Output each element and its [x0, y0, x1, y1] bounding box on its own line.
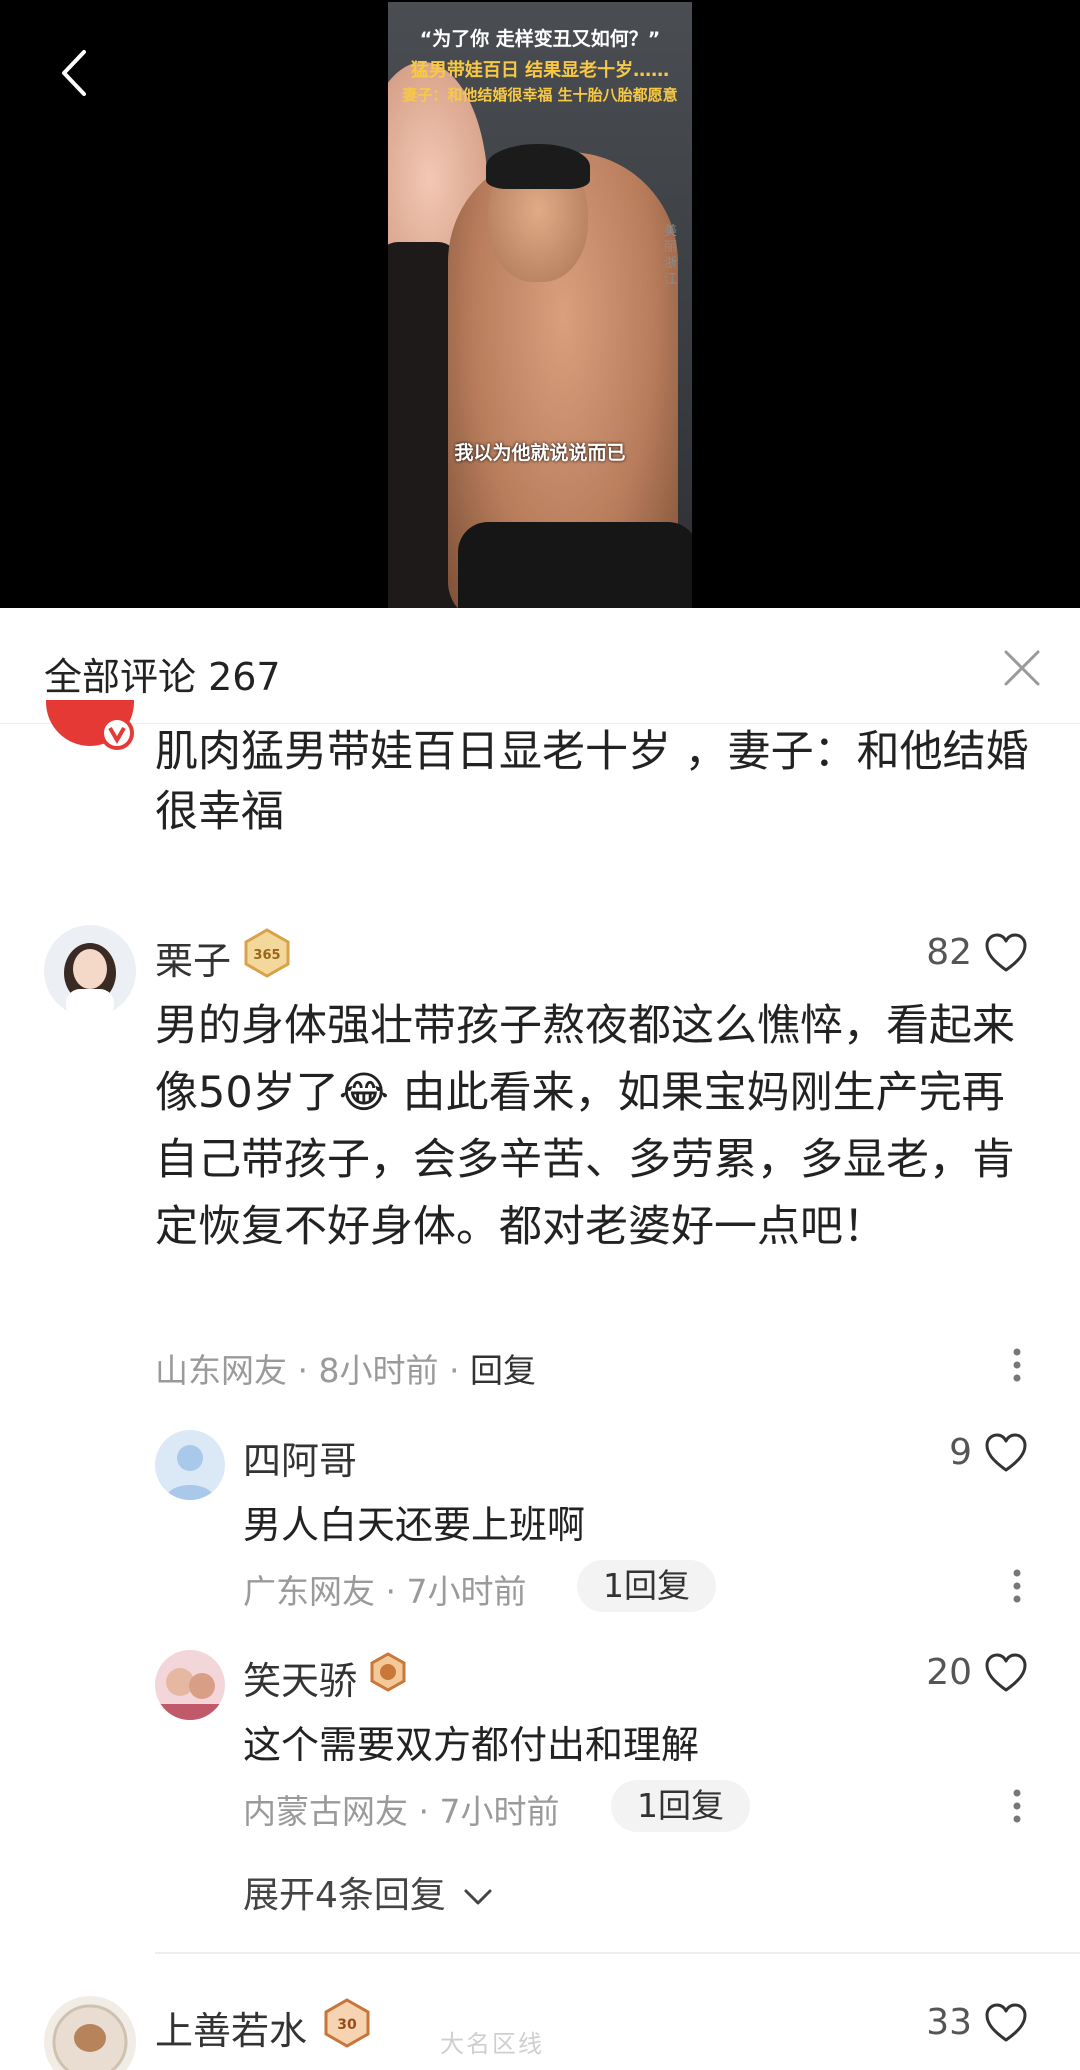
back-arrow-icon[interactable] — [52, 48, 102, 98]
site-watermark: 大名区线 — [440, 2030, 544, 2058]
heart-icon[interactable] — [984, 1652, 1028, 1694]
comment-text: 这个需要双方都付出和理解 — [243, 1723, 700, 1767]
comment-username[interactable]: 笑天骄 — [243, 1650, 357, 1705]
comment-location: 广东网友 — [243, 1572, 375, 1611]
video-figure-hair — [486, 144, 590, 189]
heart-icon[interactable] — [984, 2002, 1028, 2044]
video-figure-pants — [458, 522, 692, 608]
comment-username[interactable]: 上善若水 — [155, 2000, 307, 2055]
video-watermark: 美丽浙江 — [664, 224, 678, 287]
avatar[interactable] — [44, 1996, 136, 2070]
meta-separator: · — [418, 1792, 430, 1831]
more-vertical-icon[interactable] — [1011, 1568, 1023, 1604]
comment-time: 7小时前 — [406, 1572, 527, 1611]
comment-location: 山东网友 — [155, 1351, 287, 1390]
comment-meta: 山东网友 · 8小时前 · 回复 — [155, 1344, 536, 1392]
video-player[interactable]: “为了你 走样变丑又如何？” 猛男带娃百日 结果显老十岁…… 妻子：和他结婚很幸… — [0, 0, 1080, 608]
reply-count-button[interactable]: 1回复 — [577, 1560, 716, 1612]
comment-location: 内蒙古网友 — [243, 1792, 408, 1831]
chevron-down-icon — [464, 1889, 492, 1905]
comment-text: 男的身体强壮带孩子熬夜都这么憔悴，看起来像50岁了😂 由此看来，如果宝妈刚生产完… — [155, 1001, 1015, 1252]
level-badge: 30 — [322, 1998, 372, 2048]
comment-meta: 内蒙古网友 · 7小时前 — [243, 1785, 560, 1833]
like-count: 82 — [926, 932, 972, 973]
like-count: 9 — [949, 1432, 972, 1473]
source-logo-icon — [46, 700, 134, 750]
level-badge-text: 365 — [253, 948, 280, 963]
meta-separator: · — [385, 1572, 397, 1611]
comment-text: 男人白天还要上班啊 — [243, 1503, 586, 1547]
heart-icon[interactable] — [984, 932, 1028, 974]
more-vertical-icon[interactable] — [1011, 1347, 1023, 1383]
video-caption-2: 猛男带娃百日 结果显老十岁…… — [410, 60, 670, 81]
avatar[interactable] — [44, 925, 136, 1017]
reply-button[interactable]: 回复 — [470, 1351, 536, 1390]
avatar[interactable] — [155, 1430, 225, 1500]
meta-separator: · — [297, 1351, 309, 1390]
avatar[interactable] — [155, 1650, 225, 1720]
video-caption-3: 妻子：和他结婚很幸福 生十胎八胎都愿意 — [402, 86, 678, 104]
expand-replies-label: 展开4条回复 — [243, 1875, 446, 1916]
video-frame: “为了你 走样变丑又如何？” 猛男带娃百日 结果显老十岁…… 妻子：和他结婚很幸… — [388, 2, 692, 608]
video-caption-1: “为了你 走样变丑又如何？” — [419, 28, 661, 50]
comments-title: 全部评论 267 — [44, 655, 281, 699]
comments-header: 全部评论 267 — [0, 608, 1080, 724]
article-title: 肌肉猛男带娃百日显老十岁 ，妻子：和他结婚很幸福 — [155, 727, 1029, 837]
comment-username[interactable]: 四阿哥 — [243, 1430, 357, 1485]
meta-separator: · — [449, 1351, 460, 1390]
like-count: 20 — [926, 1652, 972, 1693]
like-count: 33 — [926, 2002, 972, 2043]
level-badge-text: 30 — [337, 2017, 357, 2033]
close-icon[interactable] — [1000, 646, 1044, 690]
video-subtitle: 我以为他就说说而已 — [454, 442, 626, 464]
user-badge-icon — [368, 1652, 408, 1692]
comment-meta: 广东网友 · 7小时前 — [243, 1565, 527, 1613]
expand-replies-button[interactable]: 展开4条回复 — [243, 1866, 493, 1918]
reply-count-button[interactable]: 1回复 — [611, 1780, 750, 1832]
level-badge: 365 — [242, 928, 292, 978]
comment-divider — [155, 1952, 1080, 1954]
more-vertical-icon[interactable] — [1011, 1788, 1023, 1824]
comment-time: 7小时前 — [439, 1792, 560, 1831]
heart-icon[interactable] — [984, 1432, 1028, 1474]
comment-time: 8小时前 — [318, 1351, 439, 1390]
comment-username[interactable]: 栗子 — [155, 930, 231, 985]
